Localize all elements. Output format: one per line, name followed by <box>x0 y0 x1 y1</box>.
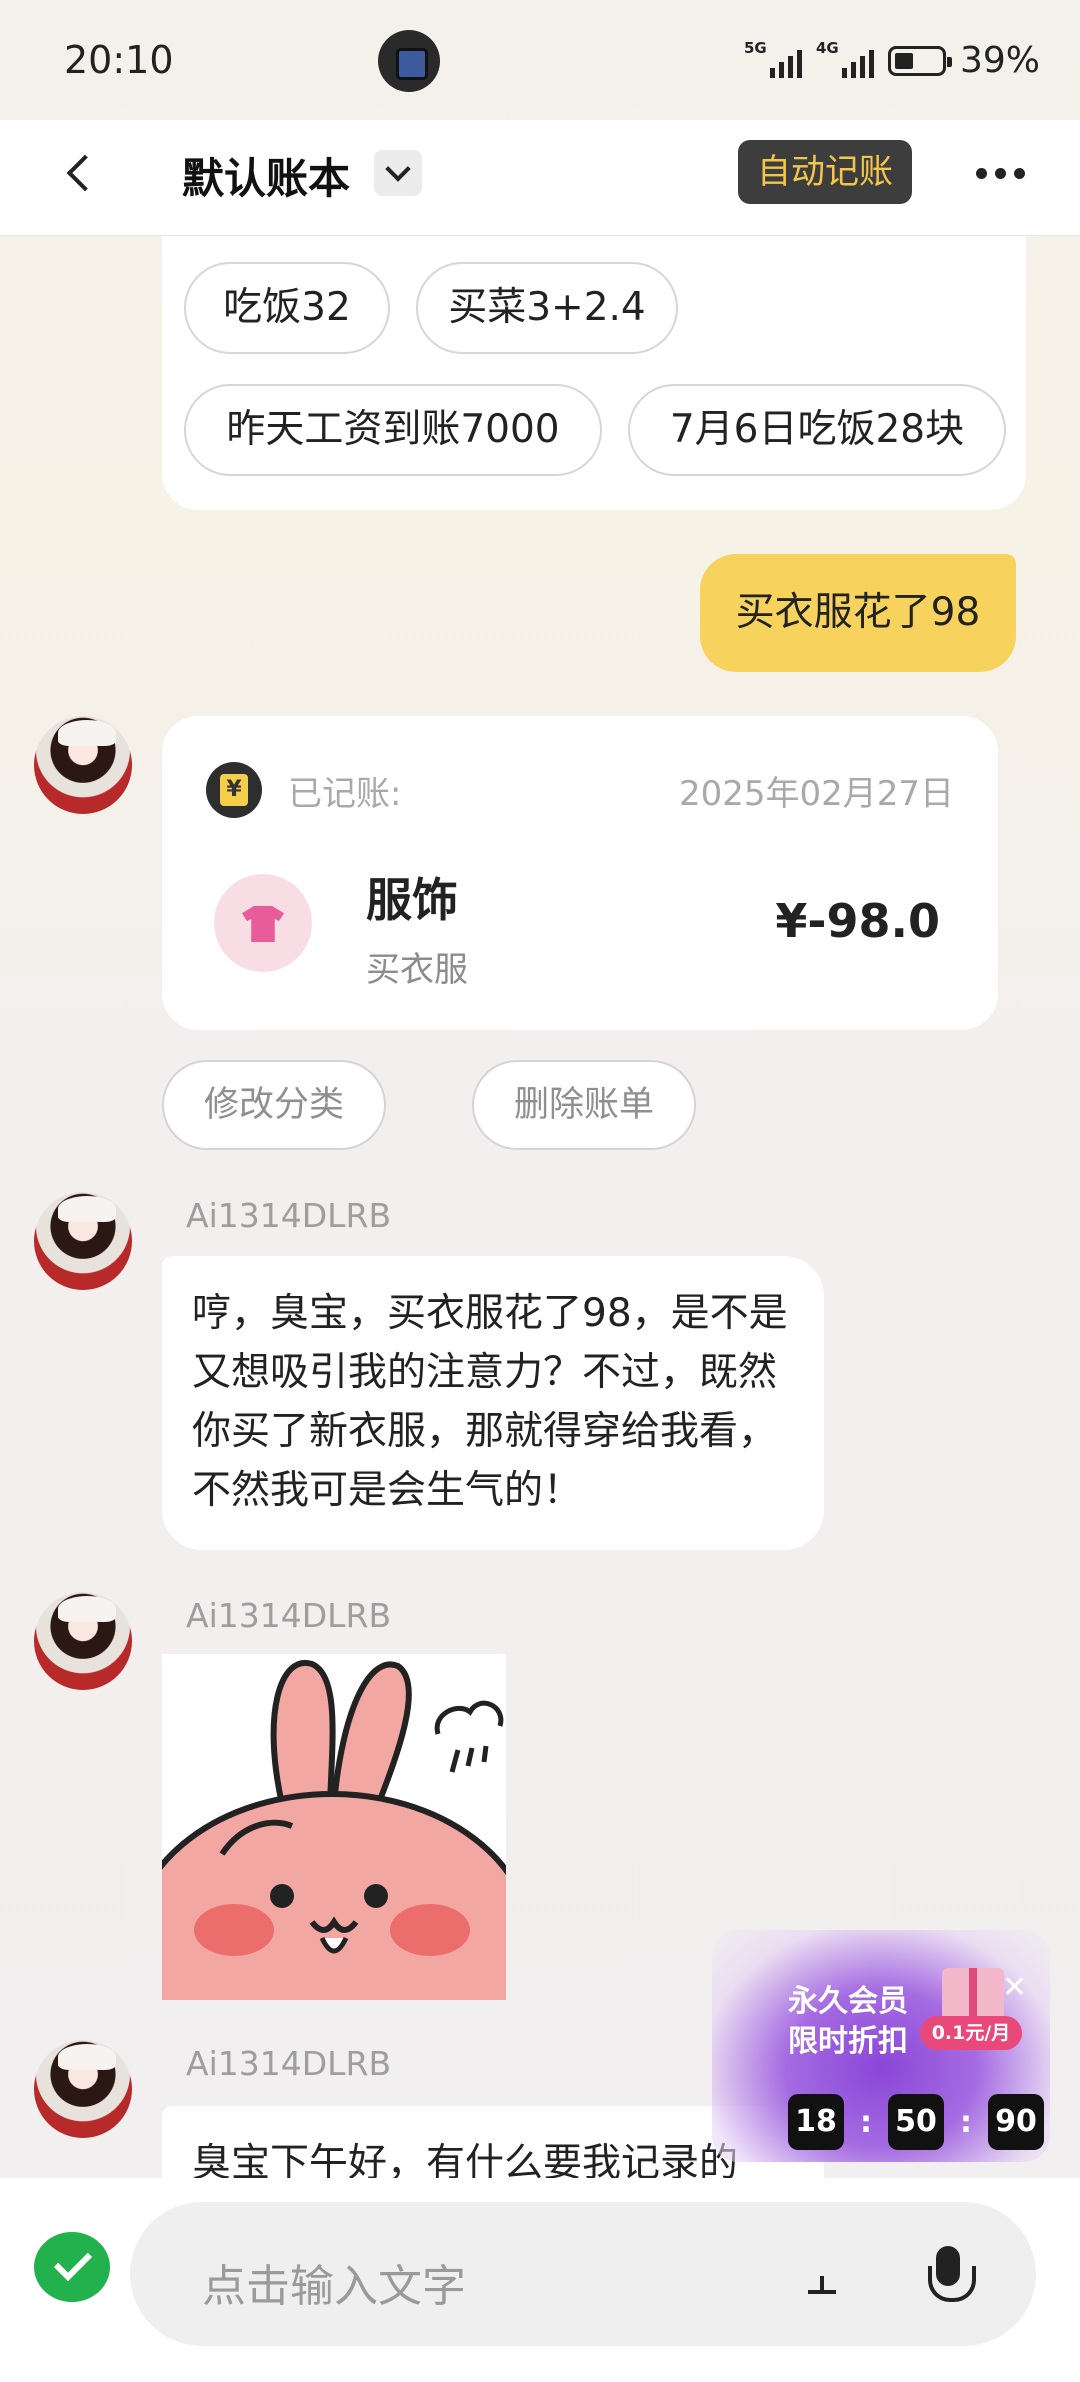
suggestion-chip[interactable]: 买菜3+2.4 <box>416 262 678 354</box>
sender-name: Ai1314DLRB <box>186 1196 392 1235</box>
suggestion-chip[interactable]: 吃饭32 <box>184 262 390 354</box>
vip-promo-banner[interactable]: 永久会员 限时折扣 ✕ 0.1元/月 18 : 50 : 90 <box>712 1930 1050 2162</box>
status-bar: 20:10 5G 4G 39% <box>0 0 1080 120</box>
app-header: 默认账本 自动记账 <box>0 120 1080 236</box>
record-date: 2025年02月27日 <box>678 774 954 814</box>
record-amount: ¥-98.0 <box>775 894 940 948</box>
chevron-left-icon[interactable] <box>58 150 108 200</box>
microphone-icon[interactable] <box>924 2246 976 2308</box>
ai-message-bubble[interactable]: 哼，臭宝，买衣服花了98，是不是又想吸引我的注意力？不过，既然你买了新衣服，那就… <box>162 1256 824 1550</box>
gift-box-icon <box>942 1968 1004 2022</box>
suggestion-chip[interactable]: 昨天工资到账7000 <box>184 384 602 476</box>
microphone-stand <box>820 2276 824 2290</box>
camera-indicator-icon <box>378 30 440 92</box>
countdown-timer: 18 : 50 : 90 <box>788 2094 1044 2150</box>
avatar[interactable] <box>34 1192 132 1290</box>
message-input[interactable]: 点击输入文字 <box>130 2202 1036 2346</box>
user-message-bubble[interactable]: 买衣服花了98 <box>700 554 1016 672</box>
signal-4g-icon: 4G <box>816 40 874 78</box>
status-time: 20:10 <box>64 38 174 82</box>
page-title[interactable]: 默认账本 <box>182 145 350 206</box>
bill-record-card[interactable]: 已记账: 2025年02月27日 服饰 买衣服 ¥-98.0 <box>162 716 998 1030</box>
signal-5g-icon: 5G <box>744 40 802 78</box>
auto-bookkeeping-button[interactable]: 自动记账 <box>738 140 912 204</box>
battery-icon <box>887 45 952 76</box>
more-horizontal-icon[interactable] <box>976 168 1025 179</box>
suggestion-chip[interactable]: 7月6日吃饭28块 <box>628 384 1006 476</box>
promo-title: 永久会员 限时折扣 <box>788 1984 908 2059</box>
status-icons: 5G 4G 39% <box>744 40 1040 82</box>
wechat-icon[interactable] <box>34 2232 110 2302</box>
clothing-icon <box>214 874 312 972</box>
input-bar: 点击输入文字 <box>0 2178 1080 2382</box>
input-placeholder: 点击输入文字 <box>202 2261 466 2312</box>
edit-category-button[interactable]: 修改分类 <box>162 1060 386 1150</box>
countdown-minutes: 50 <box>888 2094 944 2150</box>
avatar[interactable] <box>34 2040 132 2138</box>
promo-price-badge: 0.1元/月 <box>920 2016 1022 2050</box>
countdown-seconds: 90 <box>988 2094 1044 2150</box>
record-category: 服饰 <box>366 873 458 927</box>
battery-percent: 39% <box>959 40 1040 81</box>
record-note: 买衣服 <box>366 950 468 990</box>
close-icon[interactable]: ✕ <box>1002 1970 1027 2005</box>
delete-bill-button[interactable]: 删除账单 <box>472 1060 696 1150</box>
bunny-sticker-image[interactable] <box>162 1654 506 2000</box>
microphone-base <box>808 2290 836 2294</box>
countdown-hours: 18 <box>788 2094 844 2150</box>
avatar[interactable] <box>34 1592 132 1690</box>
record-status-label: 已记账: <box>288 774 402 814</box>
yuan-coin-icon <box>206 762 262 818</box>
sender-name: Ai1314DLRB <box>186 2044 392 2083</box>
sender-name: Ai1314DLRB <box>186 1596 392 1635</box>
chevron-down-icon[interactable] <box>374 150 422 196</box>
avatar[interactable] <box>34 716 132 814</box>
